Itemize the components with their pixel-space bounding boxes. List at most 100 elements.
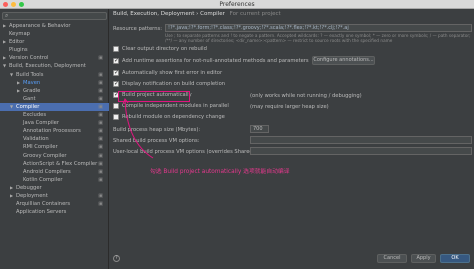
sidebar-item[interactable]: ActionScript & Flex Compiler ▣ (0, 160, 109, 168)
sidebar-item-label: Groovy Compiler (23, 152, 67, 159)
shared-vm-options-input[interactable] (250, 136, 472, 144)
sidebar-item[interactable]: ▶ Version Control ▣ (0, 54, 109, 62)
sidebar-item[interactable]: Keymap (0, 30, 109, 38)
project-settings-icon: ▣ (98, 87, 103, 94)
breadcrumb: Build, Execution, Deployment › Compiler … (113, 11, 281, 17)
settings-sidebar: ⌕ ▶ Appearance & Behavior Keymap ▶ Editor Plu… (0, 9, 109, 269)
sidebar-item-label: Build Tools (16, 71, 44, 78)
annotation-highlight-box (118, 91, 190, 102)
display-notification-checkbox[interactable]: Display notification on build completion (113, 80, 226, 87)
sidebar-item-label: Maven (23, 79, 41, 86)
sidebar-item[interactable]: Android Compilers ▣ (0, 168, 109, 176)
project-settings-icon: ▣ (98, 120, 103, 127)
apply-button[interactable]: Apply (411, 254, 436, 263)
checkbox-box[interactable] (113, 80, 119, 87)
sidebar-item-label: Compiler (16, 103, 40, 110)
rebuild-on-dependency-checkbox[interactable]: Rebuild module on dependency change (113, 114, 225, 120)
sidebar-item-label: Plugins (9, 47, 28, 54)
resource-patterns-input[interactable]: !?*.java;!?*.form;!?*.class;!?*.groovy;!… (165, 24, 472, 32)
sidebar-item-label: Application Servers (16, 209, 67, 216)
user-vm-options-input[interactable] (250, 147, 472, 155)
project-settings-icon: ▣ (98, 55, 103, 62)
add-runtime-assertions-checkbox[interactable]: Add runtime assertions for not-null-anno… (113, 57, 309, 64)
sidebar-item[interactable]: ▶ Maven ▣ (0, 79, 109, 87)
project-settings-icon: ▣ (98, 128, 103, 135)
build-automatically-note: (only works while not running / debuggin… (250, 93, 362, 99)
sidebar-item[interactable]: ▼ Build, Execution, Deployment (0, 62, 109, 70)
sidebar-item[interactable]: Annotation Processors ▣ (0, 127, 109, 135)
project-settings-icon: ▣ (98, 201, 103, 208)
resource-patterns-hint-2: /**/ — any number of directories; <dir_n… (165, 38, 393, 43)
compile-parallel-note: (may require larger heap size) (250, 104, 329, 110)
project-settings-icon: ▣ (98, 168, 103, 175)
project-settings-icon: ▣ (98, 144, 103, 151)
sidebar-item[interactable]: ▶ Debugger (0, 184, 109, 192)
sidebar-item[interactable]: Kotlin Compiler ▣ (0, 176, 109, 184)
sidebar-item-label: Android Compilers (23, 168, 71, 175)
sidebar-item[interactable]: ▶ Editor (0, 38, 109, 46)
checkbox-box[interactable] (113, 46, 119, 52)
sidebar-item[interactable]: Arquillian Containers ▣ (0, 200, 109, 208)
sidebar-item[interactable]: Plugins (0, 46, 109, 54)
project-settings-icon: ▣ (98, 176, 103, 183)
sidebar-item-label: Validation (23, 136, 49, 143)
project-settings-icon: ▣ (98, 95, 103, 102)
window-title: Preferences (219, 1, 255, 8)
annotation-caption: 勾选 Build project automatically 选项就能自动编译 (150, 169, 290, 175)
project-settings-icon: ▣ (98, 152, 103, 159)
ok-button[interactable]: OK (440, 254, 470, 263)
title-bar: Preferences (0, 0, 474, 9)
sidebar-item[interactable]: Validation ▣ (0, 135, 109, 143)
sidebar-item-label: Kotlin Compiler (23, 176, 63, 183)
heap-size-label: Build process heap size (Mbytes): (113, 127, 201, 133)
breadcrumb-path: Build, Execution, Deployment › Compiler (113, 11, 225, 17)
configure-annotations-button[interactable]: Configure annotations... (312, 56, 375, 65)
checkbox-box[interactable] (113, 69, 119, 76)
sidebar-item[interactable]: ▼ Build Tools ▣ (0, 71, 109, 79)
sidebar-item-label: Version Control (9, 55, 49, 62)
display-notification-label: Display notification on build completion (122, 81, 226, 87)
sidebar-item[interactable]: Groovy Compiler ▣ (0, 152, 109, 160)
settings-search-input[interactable]: ⌕ (2, 12, 107, 20)
sidebar-item-label: Deployment (16, 192, 48, 199)
help-icon[interactable]: ? (113, 255, 120, 262)
shared-vm-options-label: Shared build process VM options: (113, 138, 200, 144)
sidebar-item-label: Editor (9, 39, 25, 46)
project-settings-icon: ▣ (98, 103, 103, 110)
cancel-button[interactable]: Cancel (377, 254, 407, 263)
checkbox-box[interactable] (113, 103, 119, 109)
sidebar-item[interactable]: Gant ▣ (0, 95, 109, 103)
checkbox-box[interactable] (113, 114, 119, 120)
search-icon: ⌕ (5, 12, 9, 19)
sidebar-item[interactable]: ▶ Deployment ▣ (0, 192, 109, 200)
sidebar-item[interactable]: Excludes ▣ (0, 111, 109, 119)
settings-tree: ▶ Appearance & Behavior Keymap ▶ Editor Plugi… (0, 22, 109, 216)
project-settings-icon: ▣ (98, 192, 103, 199)
project-scope-note: For current project (229, 11, 281, 17)
sidebar-item-label: Java Compiler (23, 120, 59, 127)
project-settings-icon: ▣ (98, 79, 103, 86)
project-settings-icon: ▣ (98, 136, 103, 143)
sidebar-item[interactable]: Application Servers (0, 208, 109, 216)
sidebar-item[interactable]: Java Compiler ▣ (0, 119, 109, 127)
resource-patterns-label: Resource patterns: (113, 26, 162, 32)
sidebar-item[interactable]: ▼ Compiler ▣ (0, 102, 109, 112)
sidebar-item-label: ActionScript & Flex Compiler (23, 160, 98, 167)
sidebar-item[interactable]: ▶ Appearance & Behavior (0, 22, 109, 30)
sidebar-item[interactable]: ▶ Gradle ▣ (0, 87, 109, 95)
sidebar-item-label: RMI Compiler (23, 144, 58, 151)
sidebar-item-label: Keymap (9, 31, 30, 38)
auto-show-error-checkbox[interactable]: Automatically show first error in editor (113, 69, 222, 76)
add-runtime-assertions-label: Add runtime assertions for not-null-anno… (122, 58, 309, 64)
sidebar-item-label: Excludes (23, 112, 47, 119)
compile-parallel-label: Compile independent modules in parallel (122, 103, 229, 109)
heap-size-input[interactable]: 700 (250, 125, 269, 133)
rebuild-on-dependency-label: Rebuild module on dependency change (122, 114, 225, 120)
sidebar-item-label: Appearance & Behavior (9, 23, 71, 29)
sidebar-item-label: Gradle (23, 87, 41, 94)
sidebar-item[interactable]: RMI Compiler ▣ (0, 143, 109, 151)
sidebar-item-label: Debugger (16, 184, 42, 191)
compile-parallel-checkbox[interactable]: Compile independent modules in parallel (113, 103, 229, 109)
checkbox-box[interactable] (113, 57, 119, 64)
clear-output-checkbox[interactable]: Clear output directory on rebuild (113, 46, 207, 52)
